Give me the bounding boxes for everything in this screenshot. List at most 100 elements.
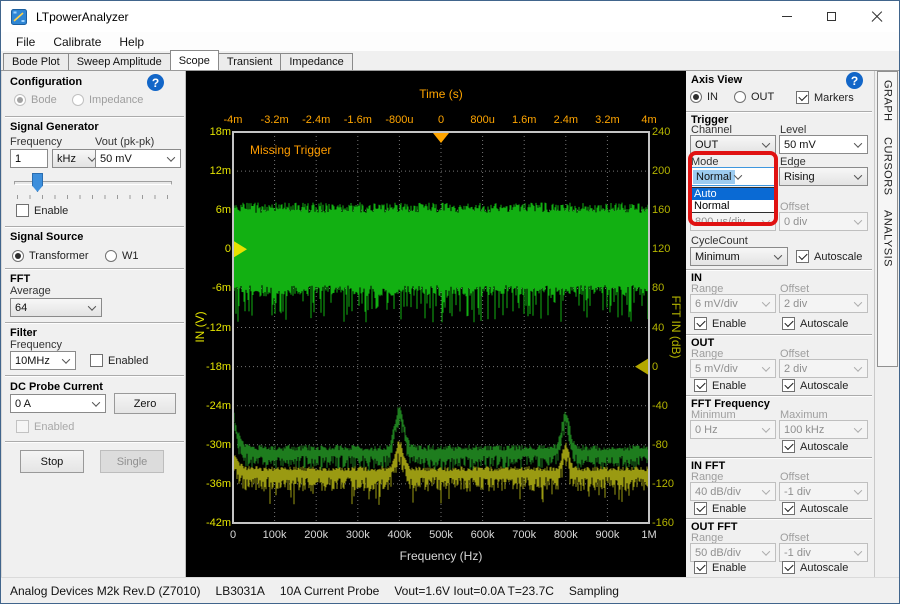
- trigger-mode-dropdown[interactable]: Normal: [690, 167, 776, 186]
- chevron-down-icon: [762, 424, 770, 432]
- mode-option-auto[interactable]: Auto: [691, 188, 775, 200]
- menu-file[interactable]: File: [7, 33, 44, 51]
- chevron-down-icon: [854, 139, 862, 147]
- status-probe-desc: 10A Current Probe: [280, 584, 379, 598]
- zero-button[interactable]: Zero: [114, 393, 176, 414]
- tab-scope[interactable]: Scope: [170, 50, 219, 70]
- chevron-down-icon: [62, 355, 70, 363]
- side-tab-box: GRAPH CURSORS ANALYSIS: [877, 71, 898, 367]
- minimize-icon: [782, 16, 792, 17]
- trigger-level-dropdown[interactable]: 50 mV: [779, 135, 868, 154]
- status-device: Analog Devices M2k Rev.D (Z7010): [10, 584, 201, 598]
- frequency-label: Frequency: [10, 136, 62, 148]
- filter-enabled-checkbox[interactable]: Enabled: [90, 354, 148, 367]
- checkbox-box: [90, 354, 103, 367]
- fft-average-dropdown[interactable]: 64: [10, 298, 102, 317]
- fft-axis-title: FFT IN (dB): [669, 295, 683, 358]
- in-autoscale-checkbox[interactable]: Autoscale: [782, 317, 848, 330]
- status-state: Sampling: [569, 584, 619, 598]
- menu-help[interactable]: Help: [110, 33, 153, 51]
- minimize-button[interactable]: [764, 1, 809, 32]
- chevron-down-icon: [854, 547, 862, 555]
- chevron-down-icon: [734, 171, 742, 179]
- trigger-edge-dropdown[interactable]: Rising: [779, 167, 868, 186]
- bode-radio[interactable]: Bode: [14, 94, 57, 106]
- stop-button[interactable]: Stop: [20, 450, 84, 473]
- checkbox-box: [796, 91, 809, 104]
- side-tab-cursors[interactable]: CURSORS: [882, 137, 894, 196]
- radio-dot: [105, 250, 117, 262]
- out-fft-offset-dropdown: -1 div: [779, 543, 868, 562]
- in-enable-checkbox[interactable]: Enable: [694, 317, 746, 330]
- right-control-panel: Axis View ? IN OUT Markers Trigger Chann…: [686, 71, 874, 577]
- cyclecount-label: CycleCount: [691, 235, 748, 247]
- out-offset-dropdown: 2 div: [779, 359, 868, 378]
- in-fft-autoscale-checkbox[interactable]: Autoscale: [782, 502, 848, 515]
- average-label: Average: [10, 285, 51, 297]
- frequency-slider-thumb[interactable]: [32, 173, 43, 192]
- out-fft-enable-checkbox[interactable]: Enable: [694, 561, 746, 574]
- transformer-radio[interactable]: Transformer: [12, 250, 89, 262]
- mode-option-normal[interactable]: Normal: [691, 200, 775, 212]
- side-tab-analysis[interactable]: ANALYSIS: [882, 210, 894, 267]
- w1-radio[interactable]: W1: [105, 250, 139, 262]
- filter-title: Filter: [10, 327, 37, 339]
- maximize-button[interactable]: [809, 1, 854, 32]
- out-fft-autoscale-checkbox[interactable]: Autoscale: [782, 561, 848, 574]
- out-enable-checkbox[interactable]: Enable: [694, 379, 746, 392]
- close-icon: [871, 11, 883, 23]
- tab-impedance[interactable]: Impedance: [280, 53, 352, 70]
- separator: [5, 375, 184, 376]
- chevron-down-icon: [92, 398, 100, 406]
- chevron-down-icon: [762, 298, 770, 306]
- out-autoscale-checkbox[interactable]: Autoscale: [782, 379, 848, 392]
- checkbox-box: [16, 420, 29, 433]
- radio-dot: [690, 91, 702, 103]
- checkbox-box: [694, 379, 707, 392]
- vout-dropdown[interactable]: 50 mV: [95, 149, 181, 168]
- radio-dot: [14, 94, 26, 106]
- checkbox-box: [694, 561, 707, 574]
- radio-dot: [734, 91, 746, 103]
- chevron-down-icon: [854, 486, 862, 494]
- help-icon[interactable]: ?: [147, 74, 164, 91]
- markers-checkbox[interactable]: Markers: [796, 91, 854, 104]
- checkbox-box: [782, 502, 795, 515]
- tab-bode-plot[interactable]: Bode Plot: [3, 53, 69, 70]
- trigger-autoscale-checkbox[interactable]: Autoscale: [796, 250, 862, 263]
- fft-frequency-autoscale-checkbox[interactable]: Autoscale: [782, 440, 848, 453]
- trigger-channel-dropdown[interactable]: OUT: [690, 135, 776, 154]
- missing-trigger-label: Missing Trigger: [250, 143, 331, 157]
- chevron-down-icon: [854, 216, 862, 224]
- single-button: Single: [100, 450, 164, 473]
- side-tab-graph[interactable]: GRAPH: [882, 80, 894, 122]
- configuration-title: Configuration: [10, 76, 82, 88]
- tab-transient[interactable]: Transient: [218, 53, 281, 70]
- impedance-radio[interactable]: Impedance: [72, 94, 143, 106]
- generator-enable-checkbox[interactable]: Enable: [16, 204, 68, 217]
- trigger-offset-dropdown: 0 div: [779, 212, 868, 231]
- chevron-down-icon: [854, 298, 862, 306]
- separator: [5, 226, 184, 227]
- axis-view-in-radio[interactable]: IN: [690, 91, 718, 103]
- dc-probe-current-dropdown[interactable]: 0 A: [10, 394, 106, 413]
- radio-dot: [72, 94, 84, 106]
- separator: [686, 395, 872, 396]
- menu-bar: File Calibrate Help: [1, 32, 899, 51]
- signal-source-title: Signal Source: [10, 231, 83, 243]
- menu-calibrate[interactable]: Calibrate: [44, 33, 110, 51]
- axis-view-out-radio[interactable]: OUT: [734, 91, 774, 103]
- help-icon[interactable]: ?: [846, 72, 863, 89]
- frequency-input[interactable]: 1: [10, 149, 48, 168]
- separator: [5, 441, 184, 442]
- cyclecount-dropdown[interactable]: Minimum: [690, 247, 788, 266]
- scope-plot-area[interactable]: Time (s) Frequency (Hz) IN (V) FFT IN (d…: [186, 71, 686, 577]
- maximize-icon: [827, 12, 836, 21]
- chevron-down-icon: [762, 547, 770, 555]
- close-button[interactable]: [854, 1, 899, 32]
- filter-frequency-dropdown[interactable]: 10MHz: [10, 351, 76, 370]
- chevron-down-icon: [762, 139, 770, 147]
- slider-tick-marks: [17, 195, 171, 199]
- in-fft-enable-checkbox[interactable]: Enable: [694, 502, 746, 515]
- tab-sweep-amplitude[interactable]: Sweep Amplitude: [68, 53, 171, 70]
